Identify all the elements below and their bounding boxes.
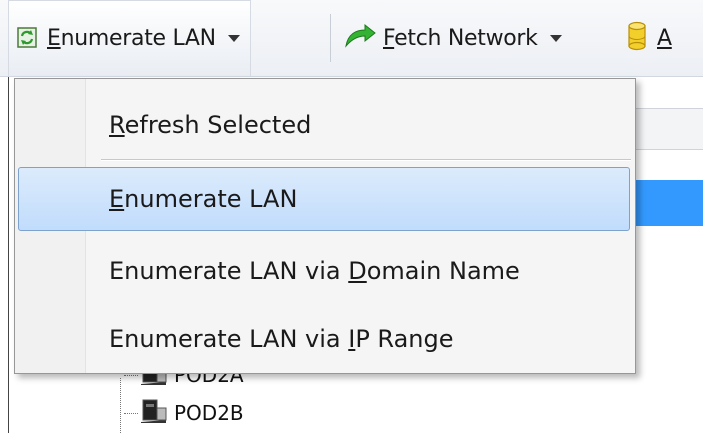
menu-item-label: Enumerate LAN <box>109 185 298 213</box>
tree-item-label: POD2B <box>174 401 244 425</box>
menu-item-label: Refresh Selected <box>109 111 312 139</box>
menu-separator <box>101 159 631 161</box>
enumerate-lan-dropdown-menu: Refresh Selected Enumerate LAN Enumerate… <box>14 78 636 374</box>
green-arrow-icon <box>343 22 377 54</box>
tree-connector <box>120 378 122 433</box>
menu-item-label: Enumerate LAN via IP Range <box>109 325 454 353</box>
pane-border <box>8 77 9 433</box>
computer-icon <box>140 398 168 428</box>
toolbar-separator <box>330 14 331 62</box>
menu-item-enumerate-lan-via-domain-name[interactable]: Enumerate LAN via Domain Name <box>15 239 635 303</box>
enumerate-refresh-icon <box>15 25 39 53</box>
database-icon <box>627 21 647 55</box>
tree-item-pod2b[interactable]: POD2B <box>124 398 244 428</box>
menu-item-refresh-selected[interactable]: Refresh Selected <box>15 93 635 157</box>
toolbar-button-a[interactable]: A <box>627 0 672 76</box>
menu-item-enumerate-lan-via-ip-range[interactable]: Enumerate LAN via IP Range <box>15 307 635 371</box>
fetch-network-dropdown-button[interactable]: Fetch Network <box>343 0 562 76</box>
toolbar-button-a-label: A <box>657 25 672 51</box>
menu-item-label: Enumerate LAN via Domain Name <box>109 257 520 285</box>
toolbar: Enumerate LAN Fetch Network A <box>0 0 703 77</box>
tree-connector <box>124 412 138 414</box>
fetch-network-label: Fetch Network <box>383 25 538 51</box>
tree-connector <box>124 374 138 376</box>
enumerate-lan-label: Enumerate LAN <box>47 26 216 51</box>
chevron-down-icon[interactable] <box>549 34 562 42</box>
list-column-header[interactable] <box>636 108 703 150</box>
selected-tree-row[interactable] <box>636 180 703 226</box>
menu-item-enumerate-lan[interactable]: Enumerate LAN <box>18 167 630 231</box>
chevron-down-icon[interactable] <box>227 35 240 42</box>
enumerate-lan-dropdown-button[interactable]: Enumerate LAN <box>8 0 251 76</box>
